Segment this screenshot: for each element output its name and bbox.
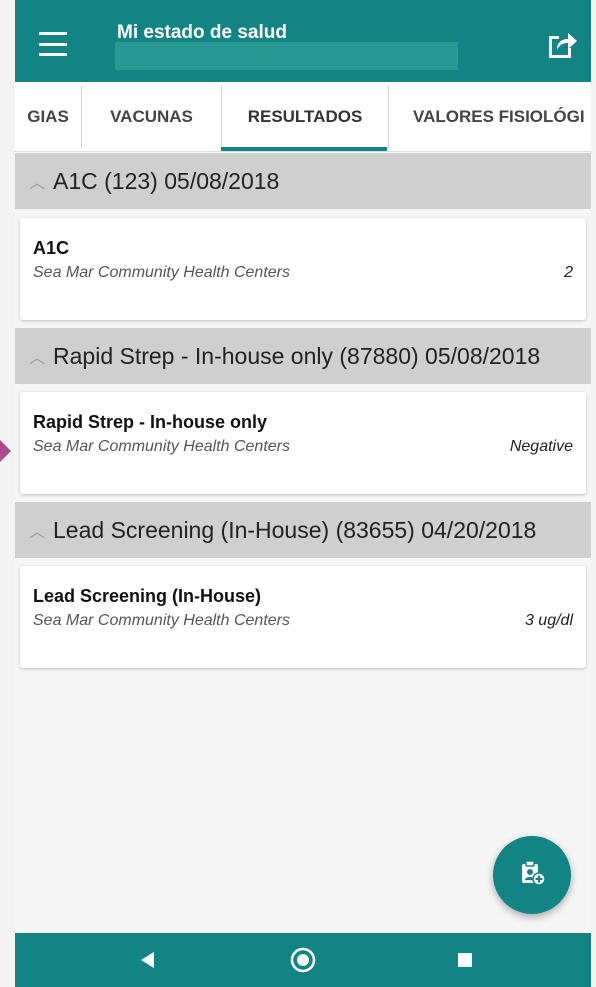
group-header-lead-screening[interactable]: ︿ Lead Screening (In-House) (83655) 04/2… bbox=[15, 502, 591, 558]
right-margin bbox=[591, 0, 596, 987]
chevron-up-icon: ︿ bbox=[29, 524, 46, 541]
active-tab-indicator bbox=[221, 147, 387, 151]
result-card-rapid-strep[interactable]: Rapid Strep - In-house only Sea Mar Comm… bbox=[20, 392, 586, 494]
group-header-label: Lead Screening (In-House) (83655) 04/20/… bbox=[53, 516, 537, 543]
chevron-up-icon: ︿ bbox=[29, 350, 46, 367]
tab-label: RESULTADOS bbox=[247, 107, 363, 126]
group-header-label: A1C (123) 05/08/2018 bbox=[53, 167, 280, 194]
result-provider: Sea Mar Community Health Centers bbox=[33, 438, 290, 455]
result-title: A1C bbox=[33, 238, 70, 258]
left-margin bbox=[0, 0, 15, 987]
group-header-rapid-strep[interactable]: ︿ Rapid Strep - In-house only (87880) 05… bbox=[15, 328, 591, 384]
nav-recents-icon[interactable] bbox=[450, 945, 480, 975]
tab-label: VALORES FISIOLÓGI bbox=[413, 107, 585, 126]
result-value: 2 bbox=[564, 264, 573, 281]
result-provider: Sea Mar Community Health Centers bbox=[33, 264, 290, 281]
tab-resultados[interactable]: RESULTADOS bbox=[222, 82, 388, 152]
tab-vacunas[interactable]: VACUNAS bbox=[82, 82, 221, 152]
nav-home-icon[interactable] bbox=[288, 945, 318, 975]
redacted-patient-name bbox=[115, 42, 458, 70]
hamburger-menu-icon[interactable] bbox=[33, 26, 73, 62]
side-pointer-marker bbox=[0, 440, 11, 462]
app-screen: Mi estado de salud GIAS VACUNAS RESULTAD… bbox=[15, 0, 591, 987]
tab-valores-fisiologicos[interactable]: VALORES FISIOLÓGI bbox=[389, 82, 591, 152]
result-value: 3 ug/dl bbox=[524, 612, 573, 629]
result-title: Rapid Strep - In-house only bbox=[33, 412, 268, 432]
result-title: Lead Screening (In-House) bbox=[33, 586, 262, 606]
add-result-button[interactable] bbox=[493, 836, 571, 914]
app-title: Mi estado de salud bbox=[117, 22, 287, 43]
result-card-lead-screening[interactable]: Lead Screening (In-House) Sea Mar Commun… bbox=[20, 566, 586, 668]
tab-bar: GIAS VACUNAS RESULTADOS VALORES FISIOLÓG… bbox=[15, 82, 591, 152]
tab-label: GIAS bbox=[27, 107, 69, 126]
result-value: Negative bbox=[509, 438, 573, 455]
group-header-label: Rapid Strep - In-house only (87880) 05/0… bbox=[53, 342, 541, 369]
tab-label: VACUNAS bbox=[110, 107, 193, 126]
share-icon[interactable] bbox=[543, 28, 579, 60]
tab-alergias[interactable]: GIAS bbox=[15, 82, 81, 152]
group-header-a1c[interactable]: ︿ A1C (123) 05/08/2018 bbox=[15, 153, 591, 209]
result-card-a1c[interactable]: A1C Sea Mar Community Health Centers 2 bbox=[20, 218, 586, 320]
chevron-up-icon: ︿ bbox=[29, 175, 46, 192]
app-bar: Mi estado de salud bbox=[15, 0, 591, 82]
add-clipboard-icon bbox=[517, 858, 547, 893]
system-nav-bar bbox=[15, 933, 591, 987]
result-provider: Sea Mar Community Health Centers bbox=[33, 612, 290, 629]
nav-back-icon[interactable] bbox=[132, 945, 162, 975]
